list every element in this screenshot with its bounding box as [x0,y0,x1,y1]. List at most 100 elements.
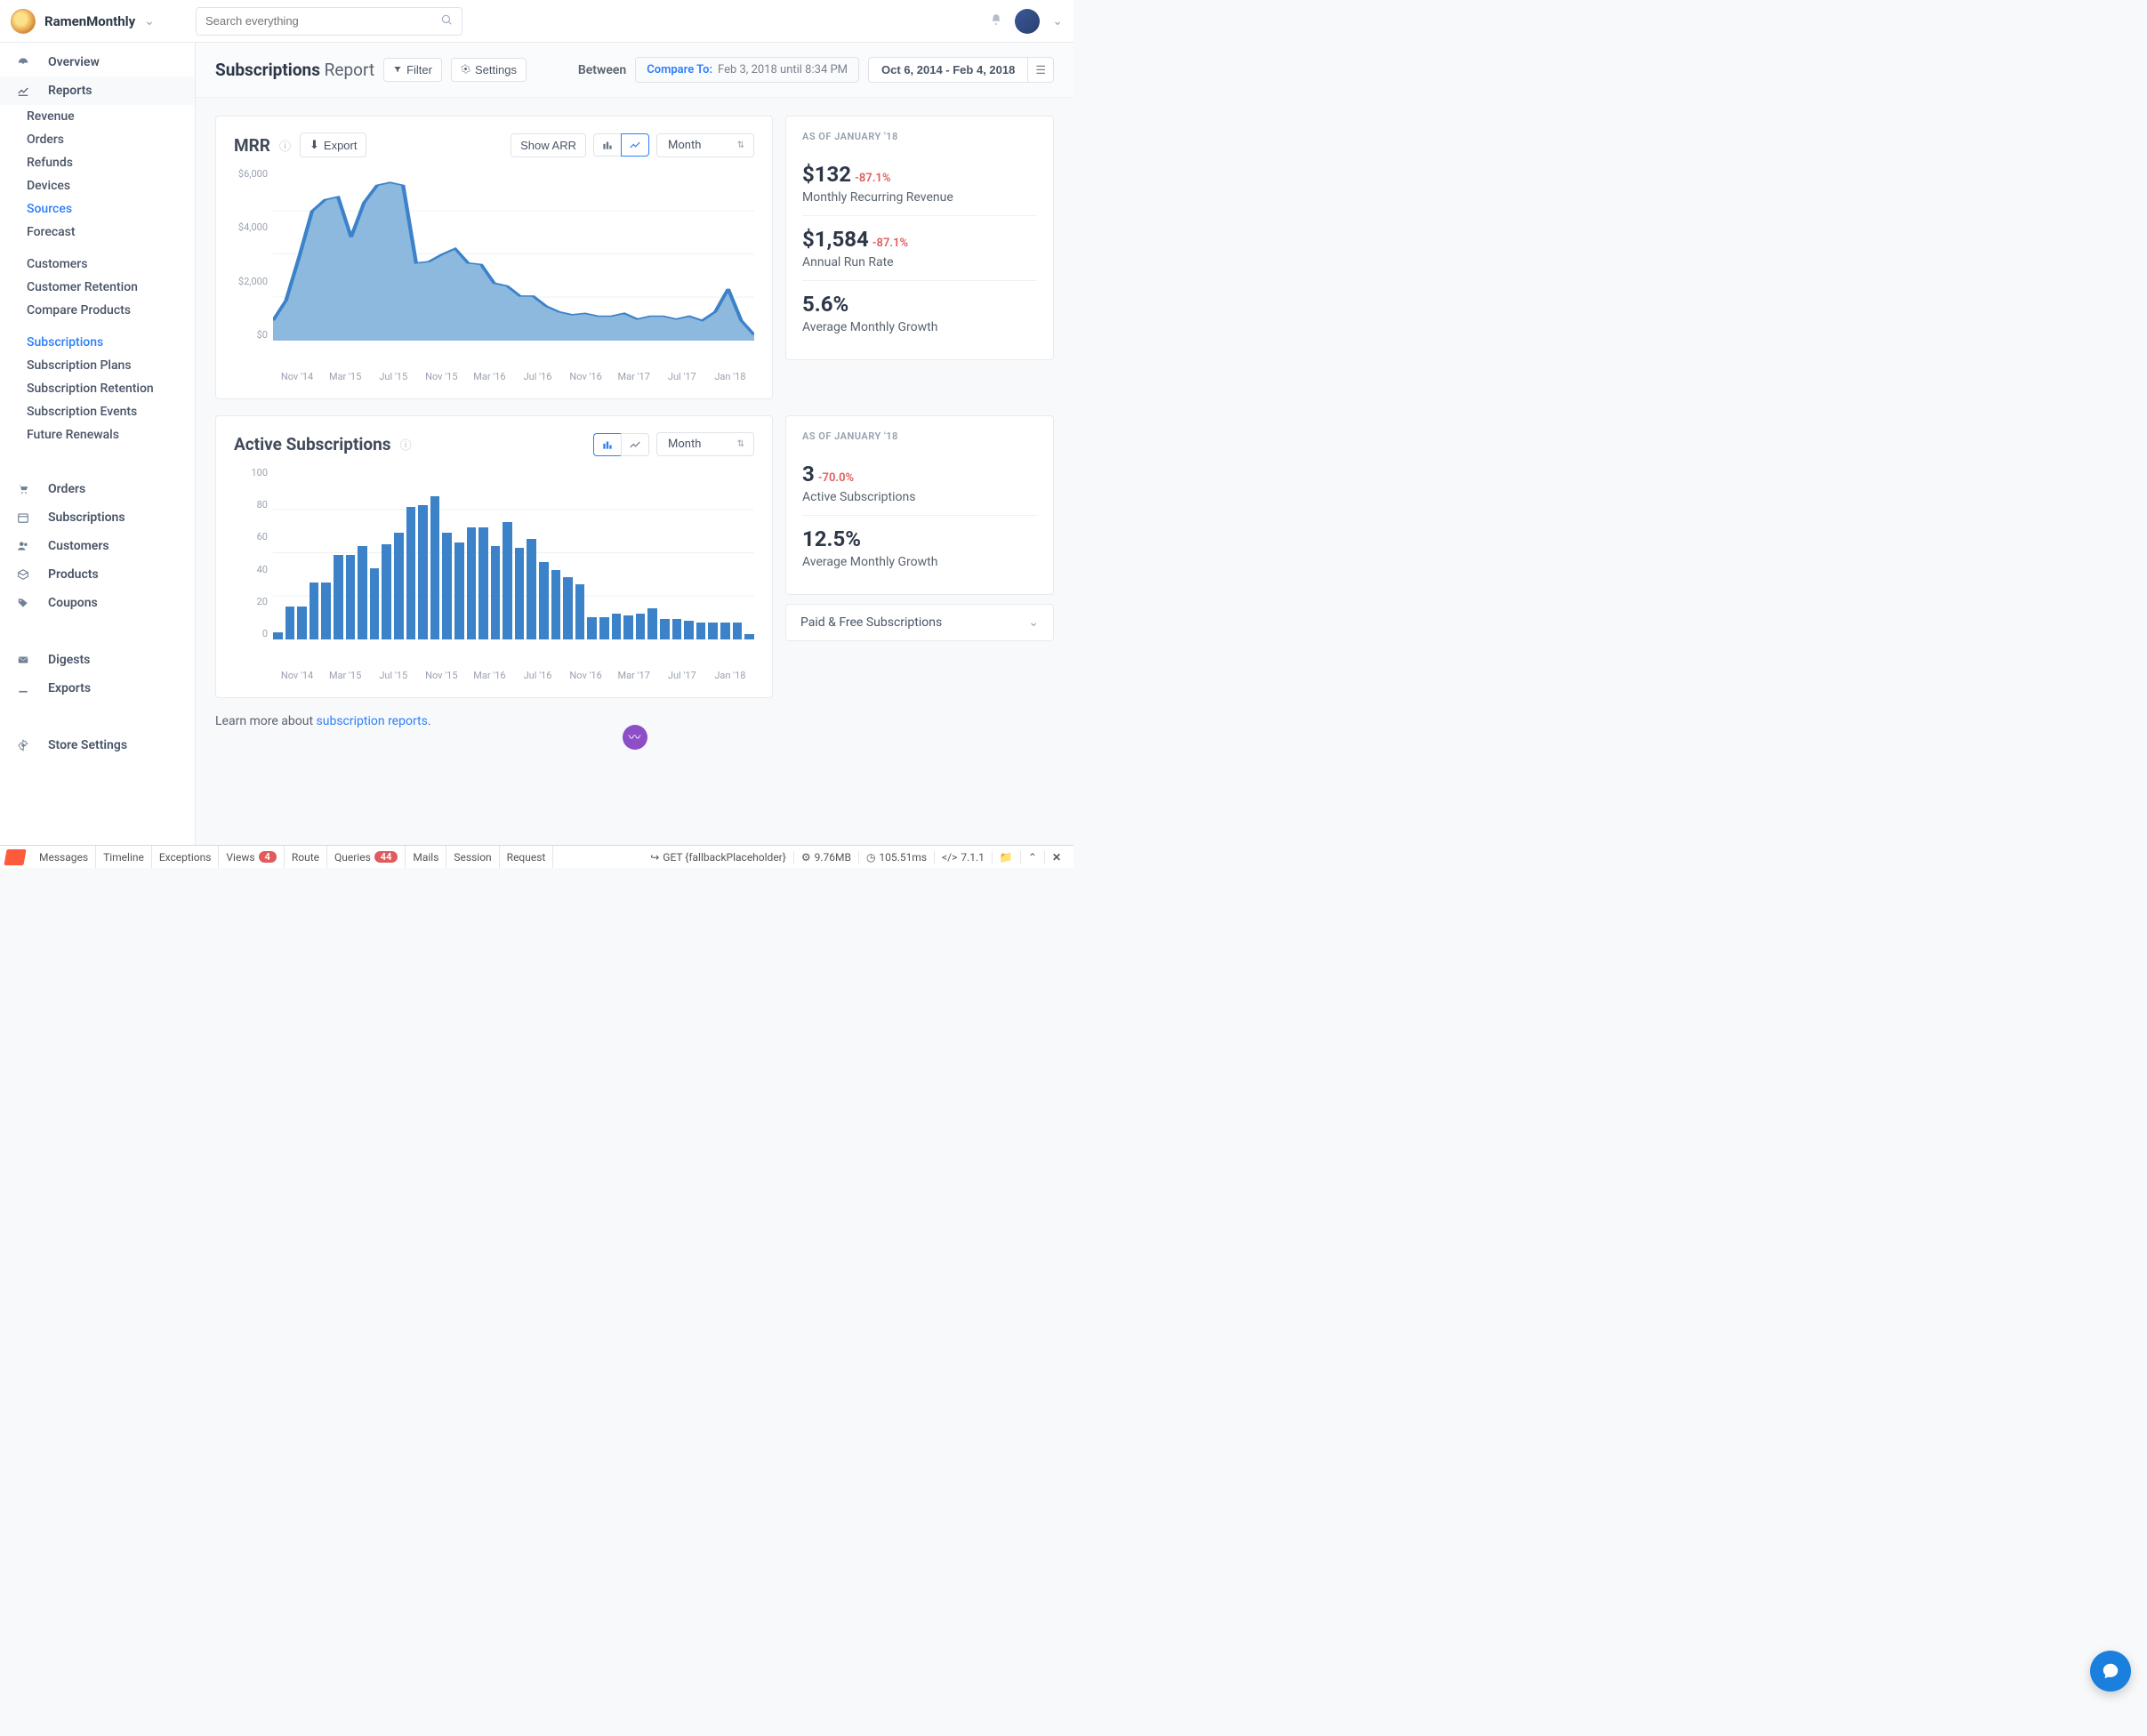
close-icon[interactable]: ✕ [1045,851,1068,864]
active-subs-kpi-panel: AS OF JANUARY '18 3-70.0%Active Subscrip… [785,415,1054,595]
sidebar-item-revenue[interactable]: Revenue [0,105,195,128]
sidebar-item-exports[interactable]: Exports [0,674,195,703]
panel-title: MRR [234,135,270,156]
debugbar-time: ◷105.51ms [859,851,935,864]
kpi-stat: 5.6%Average Monthly Growth [802,280,1037,345]
debugbar-tab-exceptions[interactable]: Exceptions [152,846,220,868]
collapse-icon[interactable]: ⌃ [1021,851,1045,864]
chart-bar [394,533,404,639]
line-chart-icon[interactable] [621,133,649,157]
bar-chart-icon[interactable] [593,433,621,456]
dashboard-icon [14,56,32,68]
sidebar-item-sources[interactable]: Sources [0,197,195,221]
chart-bar [370,568,380,639]
debugbar-tab-request[interactable]: Request [500,846,554,868]
bar-chart-icon[interactable] [593,133,621,157]
chart-bar [539,562,549,639]
sidebar-item-products[interactable]: Products [0,560,195,589]
chart-bar [744,634,754,639]
chart-bar [321,583,331,639]
sidebar-item-subscription-plans[interactable]: Subscription Plans [0,354,195,377]
avatar[interactable] [1015,9,1040,34]
period-select[interactable]: Month ⇅ [656,432,754,456]
chart-bar [285,607,295,639]
chart-bar [527,539,536,639]
sidebar-item-compare-products[interactable]: Compare Products [0,299,195,322]
chat-fab[interactable] [2090,1651,2131,1692]
debugbar-tab-messages[interactable]: Messages [32,846,96,868]
sidebar-item-devices[interactable]: Devices [0,174,195,197]
chevron-down-icon: ⌄ [1028,615,1039,630]
chart-bar [310,583,319,639]
chart-bar [491,546,501,639]
scroll-indicator-icon[interactable]: 〰 [623,725,647,750]
chart-bar [334,555,343,639]
sidebar-item-forecast[interactable]: Forecast [0,221,195,244]
brand-name: RamenMonthly [44,13,135,29]
compare-to-chip[interactable]: Compare To: Feb 3, 2018 until 8:34 PM [635,57,859,83]
chart-bar [733,623,743,639]
sidebar-item-overview[interactable]: Overview [0,48,195,76]
info-icon[interactable]: ⓘ [279,137,291,154]
settings-button[interactable]: Settings [451,58,527,82]
debugbar-tab-session[interactable]: Session [446,846,499,868]
bell-icon[interactable] [990,13,1002,29]
chart-bar [587,617,597,639]
sidebar-item-orders-report[interactable]: Orders [0,128,195,151]
chart-bar [503,522,512,639]
sidebar-item-customer-retention[interactable]: Customer Retention [0,276,195,299]
debugbar-version: </>7.1.1 [935,851,993,864]
list-icon[interactable]: ☰ [1027,57,1054,83]
sidebar-item-reports[interactable]: Reports [0,76,195,105]
brand-switcher[interactable]: RamenMonthly ⌄ [11,9,196,34]
chart-bar [708,623,718,639]
date-range-button[interactable]: Oct 6, 2014 - Feb 4, 2018 [868,57,1027,83]
show-arr-button[interactable]: Show ARR [511,133,586,157]
search-field[interactable] [205,14,440,28]
download-icon [14,682,32,695]
search-input[interactable] [196,7,462,36]
sidebar-item-digests[interactable]: Digests [0,646,195,674]
chart-bar [660,619,670,639]
topbar: RamenMonthly ⌄ ⌄ [0,0,1074,43]
sidebar-item-orders[interactable]: Orders [0,475,195,503]
kpi-caption: AS OF JANUARY '18 [802,430,1037,442]
kpi-stat: $132-87.1%Monthly Recurring Revenue [802,155,1037,215]
folder-icon[interactable]: 📁 [993,851,1021,864]
page-header: Subscriptions Report Filter Settings Bet… [196,43,1074,98]
kpi-value: 12.5% [802,526,861,551]
sidebar-item-subscription-events[interactable]: Subscription Events [0,400,195,423]
debugbar-tab-mails[interactable]: Mails [406,846,446,868]
sidebar-item-subscription-retention[interactable]: Subscription Retention [0,377,195,400]
debugbar-logo-icon[interactable] [4,849,26,865]
sidebar-item-future-renewals[interactable]: Future Renewals [0,423,195,446]
sidebar-item-store-settings[interactable]: Store Settings [0,731,195,760]
debugbar-tab-views[interactable]: Views4 [219,846,284,868]
info-icon[interactable]: ⓘ [400,436,412,453]
kpi-stat: 12.5%Average Monthly Growth [802,515,1037,580]
debugbar-tab-timeline[interactable]: Timeline [96,846,152,868]
chart-bar [563,577,573,639]
paid-free-collapse[interactable]: Paid & Free Subscriptions ⌄ [785,604,1054,641]
filter-button[interactable]: Filter [383,58,442,82]
debugbar-tab-queries[interactable]: Queries44 [327,846,406,868]
debugbar-tab-route[interactable]: Route [285,846,327,868]
export-button[interactable]: ⬇ Export [300,133,366,157]
active-subs-panel: Active Subscriptions ⓘ Month ⇅ [215,415,773,698]
sidebar-item-customers-report[interactable]: Customers [0,253,195,276]
users-icon [14,540,32,552]
chevron-down-icon[interactable]: ⌄ [1052,14,1063,28]
sidebar-item-refunds[interactable]: Refunds [0,151,195,174]
kpi-stat: $1,584-87.1%Annual Run Rate [802,215,1037,280]
sidebar-item-customers[interactable]: Customers [0,532,195,560]
chart-bar [358,546,367,639]
kpi-value: $1,584 [802,227,869,252]
chart-bar [478,527,488,639]
sidebar-item-subscriptions-report[interactable]: Subscriptions [0,331,195,354]
learn-more-link[interactable]: subscription reports [317,714,428,728]
line-chart-icon[interactable] [621,433,649,456]
sidebar-item-subscriptions[interactable]: Subscriptions [0,503,195,532]
page-title: Subscriptions Report [215,60,374,80]
sidebar-item-coupons[interactable]: Coupons [0,589,195,617]
period-select[interactable]: Month ⇅ [656,133,754,157]
